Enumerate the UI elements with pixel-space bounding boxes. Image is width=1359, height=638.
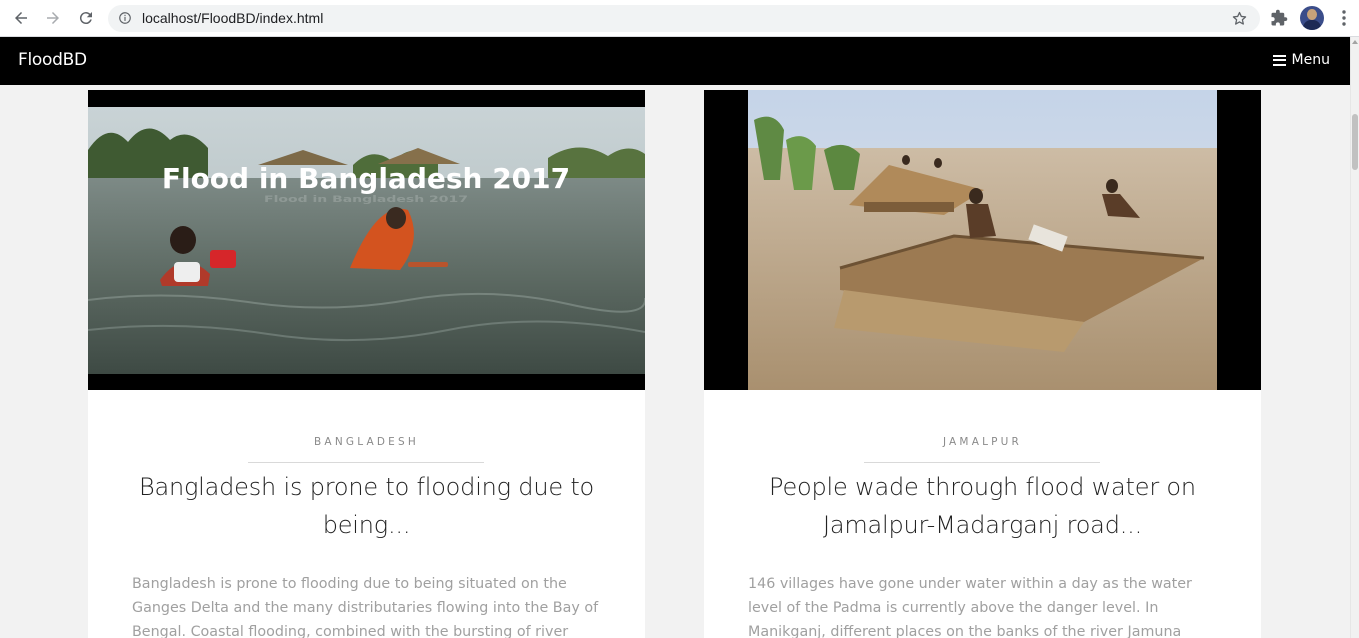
site-brand[interactable]: FloodBD [18,50,87,70]
extensions-icon[interactable] [1270,9,1288,27]
kebab-menu-icon[interactable] [1336,9,1352,27]
image-overlay-reflection: Flood in Bangladesh 2017 [264,194,468,204]
post-card[interactable]: JAMALPUR People wade through flood water… [704,90,1261,638]
scrollbar-thumb[interactable] [1352,114,1358,170]
info-icon[interactable] [118,11,132,25]
post-title[interactable]: People wade through flood water on Jamal… [734,468,1231,544]
back-icon[interactable] [8,6,34,30]
url-text[interactable]: localhost/FloodBD/index.html [142,10,323,26]
star-icon[interactable] [1231,10,1248,27]
menu-button[interactable]: Menu [1272,52,1330,68]
post-card[interactable]: Flood in Bangladesh 2017 Flood in Bangla… [88,90,645,638]
divider [248,462,484,463]
post-category[interactable]: BANGLADESH [88,436,645,448]
avatar[interactable] [1300,6,1324,30]
forward-icon[interactable] [40,6,66,30]
post-excerpt: Bangladesh is prone to flooding due to b… [132,576,599,638]
scroll-up-arrow-icon[interactable] [1352,40,1358,44]
page-scrollbar[interactable] [1350,37,1359,638]
hamburger-icon [1272,54,1286,66]
divider [864,462,1100,463]
menu-label: Menu [1291,52,1330,68]
image-overlay-text: Flood in Bangladesh 2017 [162,162,570,195]
browser-toolbar: localhost/FloodBD/index.html [0,0,1359,37]
post-image[interactable] [704,90,1261,390]
post-image[interactable]: Flood in Bangladesh 2017 Flood in Bangla… [88,90,645,390]
site-navbar: FloodBD Menu [0,37,1350,85]
post-category[interactable]: JAMALPUR [704,436,1261,448]
post-title[interactable]: Bangladesh is prone to flooding due to b… [118,468,615,544]
post-excerpt: 146 villages have gone under water withi… [748,576,1192,638]
address-bar[interactable]: localhost/FloodBD/index.html [108,5,1260,32]
reload-icon[interactable] [73,6,99,30]
